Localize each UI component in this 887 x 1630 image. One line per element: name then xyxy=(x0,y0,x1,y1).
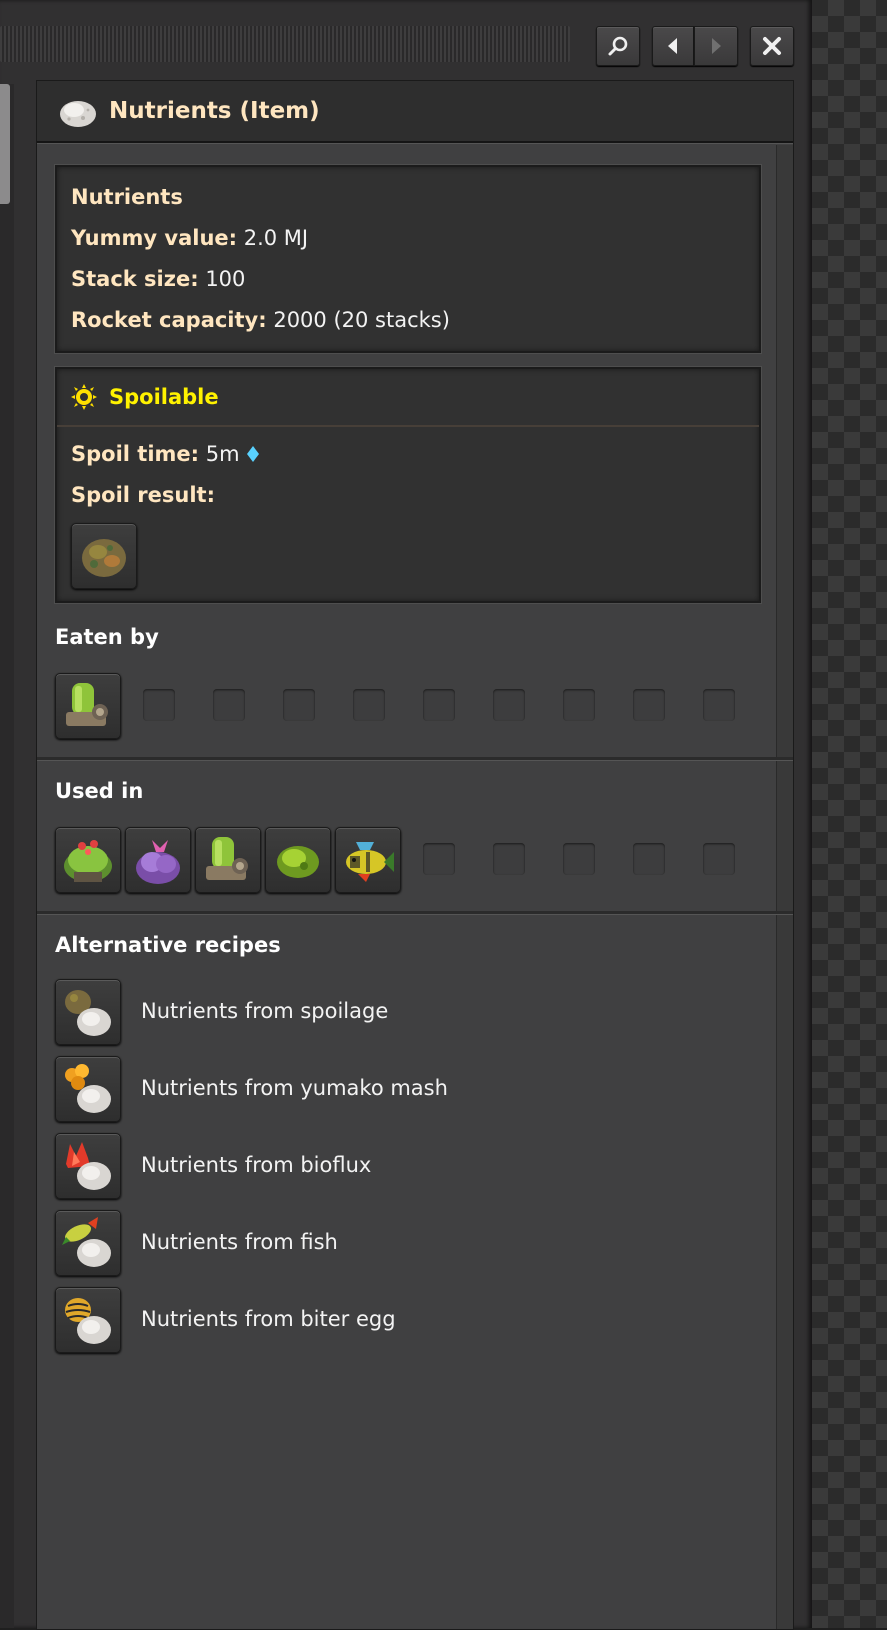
empty-slot xyxy=(423,843,455,875)
recipe-icon-slot[interactable] xyxy=(55,1056,121,1122)
empty-slot xyxy=(143,689,175,721)
yummy-value-label: Yummy value: xyxy=(71,226,238,250)
chevron-right-icon xyxy=(712,38,721,54)
biter-egg-icon xyxy=(65,1298,111,1344)
yumako-mash-icon xyxy=(65,1064,111,1113)
bioflux-icon xyxy=(66,1142,111,1190)
window-titlebar xyxy=(0,12,812,82)
used-in-slot-4[interactable] xyxy=(265,827,331,893)
recipe-label: Nutrients from spoilage xyxy=(141,999,389,1023)
empty-slot xyxy=(703,843,735,875)
used-in-slot-5[interactable] xyxy=(335,827,401,893)
rocket-capacity-row: Rocket capacity: 2000 (20 stacks) xyxy=(71,308,450,332)
eaten-by-slot-1[interactable] xyxy=(55,673,121,739)
search-icon xyxy=(608,36,628,56)
item-details-panel: Nutrients (Item) Nutrients Yummy value: … xyxy=(36,80,794,1630)
used-in-slot-3[interactable] xyxy=(195,827,261,893)
spoilable-icon xyxy=(71,384,97,410)
left-scroll-thumb[interactable] xyxy=(0,84,10,204)
recipe-row[interactable]: Nutrients from fish xyxy=(37,1210,777,1280)
empty-slot xyxy=(423,689,455,721)
biter-egg-cluster-icon xyxy=(136,840,180,884)
used-in-slot-1[interactable] xyxy=(55,827,121,893)
search-button[interactable] xyxy=(596,26,640,66)
nutrients-icon xyxy=(60,101,96,127)
alternative-recipes-title: Alternative recipes xyxy=(55,933,281,957)
recipe-row[interactable]: Nutrients from spoilage xyxy=(37,979,777,1049)
spoilable-header: Spoilable xyxy=(57,369,759,427)
recipe-icon-slot[interactable] xyxy=(55,1133,121,1199)
page-title: Nutrients (Item) xyxy=(109,98,320,124)
spoilage-icon xyxy=(82,539,126,577)
empty-slot xyxy=(563,689,595,721)
panel-scrollbar[interactable] xyxy=(776,145,793,1629)
close-icon xyxy=(763,37,781,55)
used-in-title: Used in xyxy=(55,779,144,803)
spoil-time-value: 5m xyxy=(205,442,240,466)
pentapod-egg-icon xyxy=(277,846,319,878)
eaten-by-title: Eaten by xyxy=(55,625,159,649)
back-button[interactable] xyxy=(652,26,694,66)
section-divider xyxy=(37,757,793,761)
yummy-value-row: Yummy value: 2.0 MJ xyxy=(71,226,308,250)
recipe-row[interactable]: Nutrients from yumako mash xyxy=(37,1056,777,1126)
empty-slot xyxy=(353,689,385,721)
diamond-icon xyxy=(247,446,260,462)
spoil-result-label: Spoil result: xyxy=(71,483,215,507)
recipe-icon-slot[interactable] xyxy=(55,1287,121,1353)
left-list-scrollbar xyxy=(0,84,14,1628)
fish-icon xyxy=(62,1217,111,1267)
recipe-label: Nutrients from biter egg xyxy=(141,1307,396,1331)
chevron-left-icon xyxy=(668,38,677,54)
empty-slot xyxy=(493,689,525,721)
empty-slot xyxy=(633,843,665,875)
factoriopedia-window: Nutrients (Item) Nutrients Yummy value: … xyxy=(0,0,812,1630)
item-info-box: Nutrients Yummy value: 2.0 MJ Stack size… xyxy=(55,165,761,353)
transparent-background xyxy=(812,0,887,1628)
stack-size-label: Stack size: xyxy=(71,267,199,291)
forward-button[interactable] xyxy=(694,26,738,66)
stack-size-value: 100 xyxy=(205,267,246,291)
spoil-time-label: Spoil time: xyxy=(71,442,200,466)
empty-slot xyxy=(213,689,245,721)
yummy-value: 2.0 MJ xyxy=(243,226,309,250)
panel-header: Nutrients (Item) xyxy=(37,81,793,143)
item-name: Nutrients xyxy=(71,185,183,209)
rocket-capacity-value: 2000 (20 stacks) xyxy=(273,308,450,332)
spoilable-box: Spoilable Spoil time: 5m Spoil result: xyxy=(55,367,761,603)
biochamber-icon xyxy=(206,837,248,880)
spoilable-title: Spoilable xyxy=(109,385,219,409)
section-divider xyxy=(37,911,793,915)
empty-slot xyxy=(563,843,595,875)
empty-slot xyxy=(493,843,525,875)
recipe-label: Nutrients from fish xyxy=(141,1230,338,1254)
recipe-icon-slot[interactable] xyxy=(55,1210,121,1276)
recipe-label: Nutrients from yumako mash xyxy=(141,1076,448,1100)
empty-slot xyxy=(283,689,315,721)
biochamber-icon xyxy=(66,683,108,726)
drag-handle[interactable] xyxy=(0,26,570,62)
stack-size-row: Stack size: 100 xyxy=(71,267,245,291)
fish-breeding-icon xyxy=(346,842,394,882)
close-button[interactable] xyxy=(750,26,794,66)
spoil-result-slot[interactable] xyxy=(71,523,137,589)
recipe-icon-slot[interactable] xyxy=(55,979,121,1045)
recipe-row[interactable]: Nutrients from biter egg xyxy=(37,1287,777,1357)
recipe-row[interactable]: Nutrients from bioflux xyxy=(37,1133,777,1203)
rocket-capacity-label: Rocket capacity: xyxy=(71,308,267,332)
used-in-slot-2[interactable] xyxy=(125,827,191,893)
spoil-time-row: Spoil time: 5m xyxy=(71,442,260,466)
recipe-label: Nutrients from bioflux xyxy=(141,1153,372,1177)
spoilage-icon xyxy=(65,990,111,1036)
agricultural-tower-icon xyxy=(64,840,112,882)
empty-slot xyxy=(633,689,665,721)
empty-slot xyxy=(703,689,735,721)
